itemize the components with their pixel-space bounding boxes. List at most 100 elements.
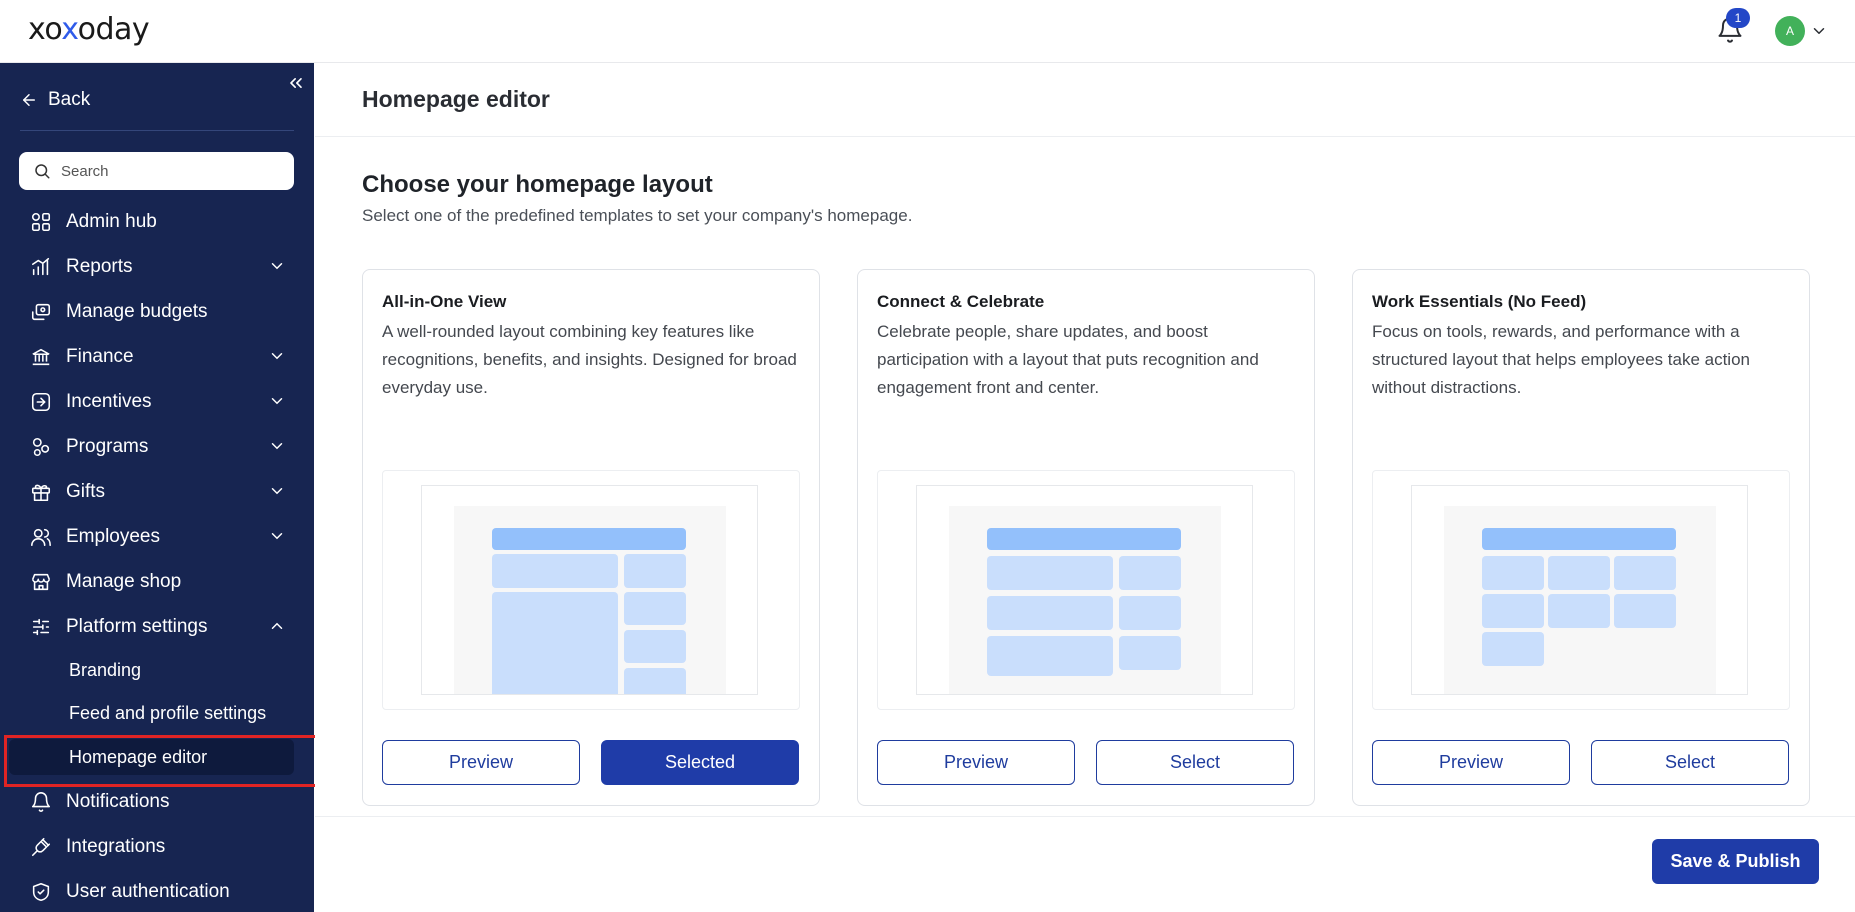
thumb-block (1614, 594, 1676, 628)
page-title: Homepage editor (362, 86, 550, 112)
chevron-down-icon (271, 398, 283, 405)
thumb-block (624, 630, 686, 663)
thumb-block (1548, 594, 1610, 628)
thumb-header-block (987, 528, 1181, 550)
sidebar-item-manage-shop[interactable]: Manage shop (0, 559, 314, 604)
sidebar-search[interactable] (19, 152, 294, 190)
thumb-block (987, 556, 1113, 590)
arrow-left-icon (23, 94, 35, 106)
sidebar-item-label: Notifications (66, 790, 170, 812)
thumb-header-block (492, 528, 686, 550)
logo-text-b: oday (77, 12, 150, 47)
sidebar-item-label: Platform settings (66, 615, 208, 637)
notification-count-badge: 1 (1726, 8, 1750, 28)
sidebar-item-employees[interactable]: Employees (0, 514, 314, 559)
footer-bar: Save & Publish (315, 816, 1855, 912)
sidebar-item-admin-hub[interactable]: Admin hub (0, 199, 314, 244)
sidebar-item-label: Finance (66, 345, 134, 367)
sidebar-item-incentives[interactable]: Incentives (0, 379, 314, 424)
sidebar-subitem-homepage-editor[interactable]: Homepage editor (9, 739, 294, 775)
sidebar-item-platform-settings[interactable]: Platform settings (0, 604, 314, 649)
search-input[interactable] (61, 162, 281, 180)
budget-icon (30, 301, 52, 323)
sidebar-item-notifications[interactable]: Notifications (0, 779, 314, 824)
sidebar-item-user-authentication[interactable]: User authentication (0, 869, 314, 912)
back-label: Back (48, 89, 91, 110)
sidebar-item-label: Programs (66, 435, 149, 457)
sidebar-subitem-branding[interactable]: Branding (0, 649, 314, 692)
collapse-sidebar-icon[interactable] (286, 73, 306, 93)
thumbnail-canvas (949, 506, 1221, 694)
sidebar-item-reports[interactable]: Reports (0, 244, 314, 289)
thumb-block (987, 636, 1113, 676)
sidebar-item-integrations[interactable]: Integrations (0, 824, 314, 869)
back-button[interactable]: Back (20, 83, 90, 117)
sidebar-item-label: Manage budgets (66, 300, 208, 322)
top-bar: xoxoday 1 A (0, 0, 1855, 63)
chevron-down-icon (271, 263, 283, 270)
save-publish-button[interactable]: Save & Publish (1652, 839, 1819, 884)
preview-button[interactable]: Preview (877, 740, 1075, 785)
thumb-block (1482, 556, 1544, 590)
sidebar-item-gifts[interactable]: Gifts (0, 469, 314, 514)
logo-text-a: xo (28, 12, 62, 47)
thumbnail-canvas (454, 506, 726, 694)
select-button[interactable]: Select (1591, 740, 1789, 785)
layout-card-work-essentials[interactable]: Work Essentials (No Feed) Focus on tools… (1352, 269, 1810, 806)
sidebar-item-label: User authentication (66, 880, 230, 902)
chevron-down-icon[interactable] (1810, 22, 1828, 40)
grid-icon (30, 211, 52, 233)
sidebar-nav: Admin hub Reports Manage budgets Finance… (0, 199, 314, 912)
thumbnail-canvas (1444, 506, 1716, 694)
shield-icon (30, 881, 52, 903)
thumb-block (492, 592, 618, 694)
thumb-block (987, 596, 1113, 630)
thumb-block (1482, 594, 1544, 628)
preview-button[interactable]: Preview (382, 740, 580, 785)
user-avatar[interactable]: A (1775, 16, 1805, 46)
sidebar-item-finance[interactable]: Finance (0, 334, 314, 379)
thumb-block (624, 668, 686, 694)
thumb-block (1482, 632, 1544, 666)
selected-button[interactable]: Selected (601, 740, 799, 785)
sidebar-item-programs[interactable]: Programs (0, 424, 314, 469)
bell-icon (30, 791, 52, 813)
sidebar-item-label: Gifts (66, 480, 106, 502)
sidebar-item-label: Integrations (66, 835, 166, 857)
sidebar-item-label: Manage shop (66, 570, 182, 592)
layout-card-connect-celebrate[interactable]: Connect & Celebrate Celebrate people, sh… (857, 269, 1315, 806)
chevron-up-icon (271, 622, 283, 629)
sidebar-item-manage-budgets[interactable]: Manage budgets (0, 289, 314, 334)
thumb-block (492, 554, 618, 588)
thumb-block (1119, 636, 1181, 670)
thumb-block (1119, 596, 1181, 630)
section-title: Choose your homepage layout (362, 171, 713, 198)
chevron-down-icon (271, 488, 283, 495)
gift-icon (30, 481, 52, 503)
card-title: Work Essentials (No Feed) (1372, 292, 1587, 311)
thumb-block (1119, 556, 1181, 590)
thumbnail-frame (1411, 485, 1748, 695)
preview-button[interactable]: Preview (1372, 740, 1570, 785)
layout-card-all-in-one[interactable]: All-in-One View A well-rounded layout co… (362, 269, 820, 806)
sliders-icon (30, 616, 52, 638)
chevron-down-icon (271, 533, 283, 540)
thumbnail-frame (916, 485, 1253, 695)
chevron-down-icon (271, 443, 283, 450)
main-content: Homepage editor Choose your homepage lay… (315, 63, 1855, 912)
sidebar-subitem-label: Feed and profile settings (69, 703, 267, 723)
sidebar-item-label: Incentives (66, 390, 152, 412)
select-button[interactable]: Select (1096, 740, 1294, 785)
thumb-block (1548, 556, 1610, 590)
thumb-block (1614, 556, 1676, 590)
plug-icon (30, 836, 52, 858)
xoxoday-logo[interactable]: xoxoday (28, 12, 150, 47)
card-description: A well-rounded layout combining key feat… (382, 322, 797, 397)
card-description: Celebrate people, share updates, and boo… (877, 322, 1259, 397)
bank-icon (30, 346, 52, 368)
sidebar-item-label: Employees (66, 525, 160, 547)
layout-thumbnail (877, 470, 1295, 710)
sidebar-subitem-feed-profile-settings[interactable]: Feed and profile settings (0, 692, 314, 735)
layout-thumbnail (1372, 470, 1790, 710)
sidebar-subitem-label: Homepage editor (69, 746, 208, 767)
